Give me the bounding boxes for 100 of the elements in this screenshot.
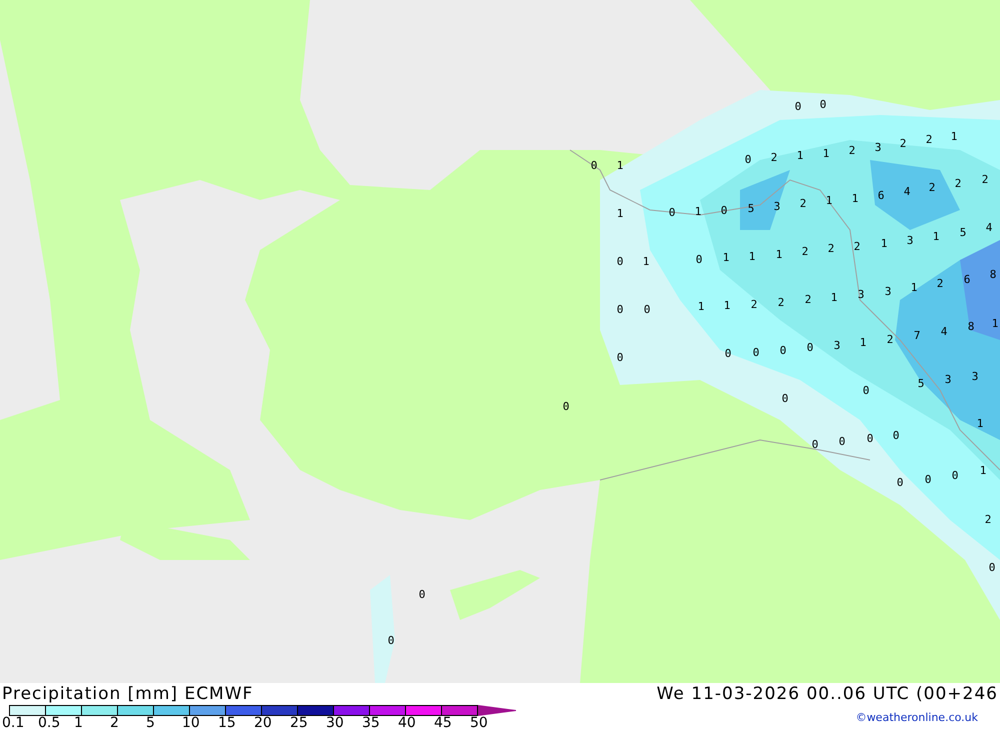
precipitation-value: 0 bbox=[866, 432, 874, 445]
legend-label: 30 bbox=[326, 716, 345, 731]
precipitation-value: 0 bbox=[616, 351, 624, 364]
precipitation-value: 0 bbox=[806, 341, 814, 354]
precipitation-value: 1 bbox=[980, 464, 986, 477]
precipitation-value: 0 bbox=[668, 206, 676, 219]
precipitation-value: 2 bbox=[800, 197, 806, 210]
precipitation-value: 2 bbox=[886, 333, 894, 346]
precipitation-value: 0 bbox=[616, 303, 624, 316]
precipitation-value: 4 bbox=[986, 221, 992, 234]
precipitation-value: 1 bbox=[796, 149, 804, 162]
precipitation-value: 1 bbox=[822, 147, 830, 160]
precipitation-value: 1 bbox=[694, 205, 702, 218]
precipitation-value: 2 bbox=[804, 293, 812, 306]
legend-label: 2 bbox=[110, 716, 120, 731]
precipitation-value: 0 bbox=[616, 255, 624, 268]
precipitation-value: 2 bbox=[926, 133, 932, 146]
legend-label: 45 bbox=[434, 716, 453, 731]
precipitation-value: 1 bbox=[932, 230, 940, 243]
precipitation-value: 5 bbox=[918, 377, 924, 390]
legend-label: 25 bbox=[290, 716, 309, 731]
legend-label: 0.1 bbox=[2, 716, 26, 731]
legend-label: 50 bbox=[470, 716, 489, 731]
precipitation-value: 2 bbox=[984, 513, 992, 526]
precipitation-value: 0 bbox=[780, 344, 786, 357]
precipitation-value: 3 bbox=[834, 339, 840, 352]
legend-label: 40 bbox=[398, 716, 417, 731]
precipitation-value: 0 bbox=[892, 429, 900, 442]
precipitation-value: 1 bbox=[722, 251, 730, 264]
precipitation-value: 2 bbox=[900, 137, 906, 150]
precipitation-value: 2 bbox=[770, 151, 778, 164]
precipitation-value: 0 bbox=[794, 100, 802, 113]
precipitation-value: 3 bbox=[906, 234, 914, 247]
legend-label: 20 bbox=[254, 716, 273, 731]
precipitation-value: 5 bbox=[960, 226, 966, 239]
precipitation-value: 2 bbox=[750, 298, 758, 311]
precipitation-value: 0 bbox=[838, 435, 846, 448]
precipitation-value: 1 bbox=[860, 336, 866, 349]
precipitation-value: 1 bbox=[976, 417, 984, 430]
legend-label: 10 bbox=[182, 716, 201, 731]
precipitation-value: 2 bbox=[778, 296, 784, 309]
precipitation-value: 0 bbox=[896, 476, 904, 489]
precipitation-value: 0 bbox=[388, 634, 394, 647]
precipitation-value: 6 bbox=[964, 273, 970, 286]
precipitation-value: 2 bbox=[954, 177, 962, 190]
precipitation-value: 0 bbox=[812, 438, 818, 451]
precipitation-value: 1 bbox=[950, 130, 958, 143]
precipitation-value: 0 bbox=[820, 98, 826, 111]
precipitation-value: 2 bbox=[936, 277, 944, 290]
precipitation-value: 2 bbox=[928, 181, 936, 194]
precipitation-value: 1 bbox=[910, 281, 918, 294]
precipitation-value: 1 bbox=[830, 291, 838, 304]
precipitation-value: 7 bbox=[914, 329, 920, 342]
precipitation-value: 1 bbox=[880, 237, 888, 250]
precipitation-value: 2 bbox=[802, 245, 808, 258]
precipitation-value: 0 bbox=[752, 346, 760, 359]
precipitation-value: 6 bbox=[878, 189, 884, 202]
precipitation-value: 0 bbox=[782, 392, 788, 405]
forecast-datetime: We 11-03-2026 00..06 UTC (00+246 bbox=[656, 684, 998, 704]
credit-link[interactable]: ©weatheronline.co.uk bbox=[856, 705, 1000, 724]
precipitation-value: 4 bbox=[940, 325, 948, 338]
precipitation-value: 1 bbox=[776, 248, 782, 261]
precipitation-value: 1 bbox=[698, 300, 704, 313]
precipitation-value: 3 bbox=[874, 141, 882, 154]
precipitation-value: 1 bbox=[642, 255, 650, 268]
precipitation-value: 4 bbox=[904, 185, 910, 198]
precipitation-value: 3 bbox=[884, 285, 892, 298]
precipitation-value: 0 bbox=[562, 400, 570, 413]
precipitation-value: 0 bbox=[988, 561, 996, 574]
precipitation-value: 1 bbox=[616, 159, 624, 172]
precipitation-value: 2 bbox=[848, 144, 856, 157]
legend-label: 5 bbox=[146, 716, 156, 731]
precipitation-value: 0 bbox=[696, 253, 702, 266]
precipitation-value: 3 bbox=[944, 373, 952, 386]
precipitation-value: 0 bbox=[744, 153, 752, 166]
precipitation-value: 1 bbox=[616, 207, 624, 220]
precipitation-value: 3 bbox=[972, 370, 978, 383]
precipitation-value: 0 bbox=[418, 588, 426, 601]
precipitation-value: 0 bbox=[590, 159, 598, 172]
precipitation-value: 2 bbox=[828, 242, 834, 255]
legend-label: 35 bbox=[362, 716, 381, 731]
precipitation-value: 0 bbox=[720, 204, 728, 217]
precipitation-value: 1 bbox=[992, 317, 998, 330]
precipitation-value: 8 bbox=[990, 268, 996, 281]
legend-label: 0.5 bbox=[38, 716, 62, 731]
precipitation-value: 1 bbox=[748, 250, 756, 263]
legend-label: 1 bbox=[74, 716, 84, 731]
precipitation-value: 3 bbox=[774, 200, 780, 213]
map-title: Precipitation [mm] ECMWF bbox=[2, 684, 254, 704]
precipitation-value: 0 bbox=[862, 384, 870, 397]
precipitation-value: 0 bbox=[924, 473, 932, 486]
precipitation-value: 2 bbox=[982, 173, 988, 186]
precipitation-value: 3 bbox=[858, 288, 864, 301]
precipitation-value: 2 bbox=[854, 240, 860, 253]
precipitation-value: 1 bbox=[826, 194, 832, 207]
legend-label: 15 bbox=[218, 716, 237, 731]
precipitation-value: 5 bbox=[748, 202, 754, 215]
precipitation-value: 0 bbox=[952, 469, 958, 482]
precipitation-value: 1 bbox=[852, 192, 858, 205]
precipitation-value: 8 bbox=[968, 320, 974, 333]
